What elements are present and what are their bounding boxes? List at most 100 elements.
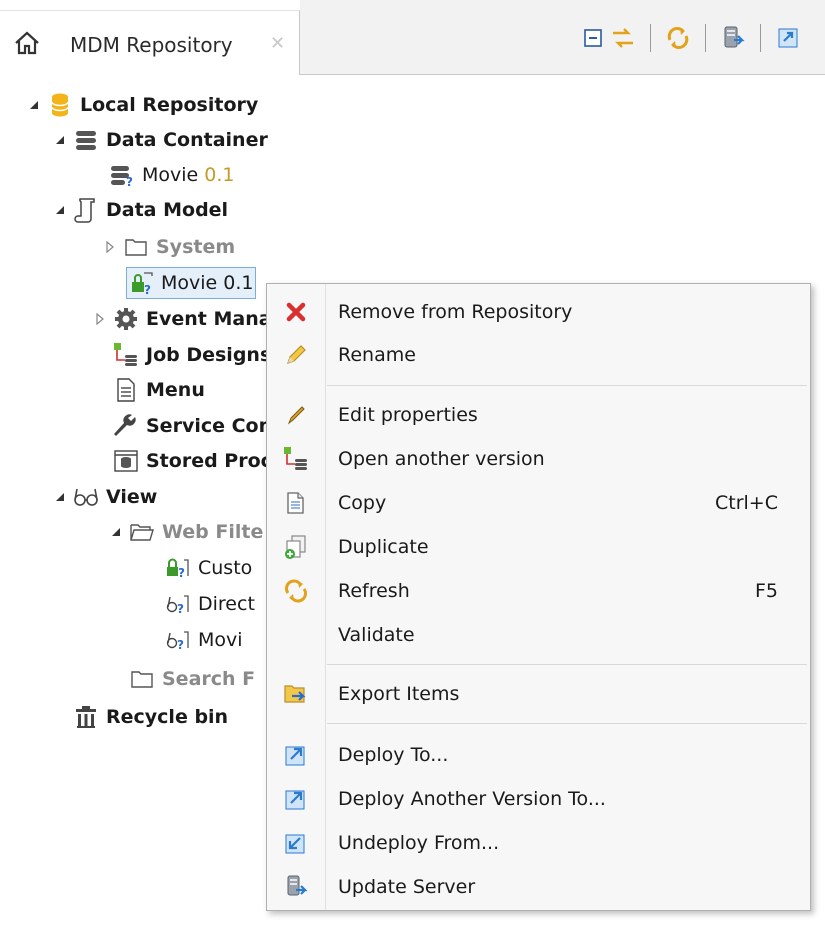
tree-item-data-model[interactable]: Data Model	[48, 193, 228, 227]
view-icon: ?	[164, 590, 192, 618]
tree-item-label: Web Filte	[162, 521, 264, 543]
expanded-arrow-icon[interactable]	[104, 527, 128, 537]
expanded-arrow-icon[interactable]	[48, 135, 72, 145]
tree-item-label: Data Container	[106, 129, 268, 151]
pencil-icon	[267, 335, 325, 375]
tree-item-view-customer[interactable]: ? Custo	[164, 551, 252, 585]
selection-highlight[interactable]: ? Movie 0.1	[126, 267, 257, 299]
update-server-icon	[267, 867, 325, 907]
tree-item-label: Movie	[142, 164, 199, 186]
locked-model-icon: ?	[129, 269, 157, 297]
tree-item-search-filters[interactable]: Search F	[128, 662, 255, 696]
folder-icon	[122, 233, 150, 261]
refresh-icon[interactable]	[663, 23, 693, 53]
stored-procedure-icon	[112, 447, 140, 475]
view-icon: ?	[164, 626, 192, 654]
menu-item-remove-from-repository[interactable]: Remove from Repository	[267, 292, 810, 332]
undeploy-icon	[267, 823, 325, 863]
svg-text:?: ?	[177, 602, 184, 616]
tree-item-view-movie[interactable]: ? Movi	[164, 623, 243, 657]
tree-item-view-director[interactable]: ? Direct	[164, 587, 255, 621]
tree-item-event-manager[interactable]: Event Mana	[88, 302, 272, 336]
tree-item-label: View	[106, 486, 158, 508]
database-icon	[46, 91, 74, 119]
duplicate-icon	[267, 527, 325, 567]
menu-item-update-server[interactable]: Update Server	[267, 867, 810, 907]
tree-item-label: System	[156, 236, 236, 258]
context-menu: Remove from Repository Rename Edit prope…	[266, 283, 811, 911]
shortcut-label: Ctrl+C	[715, 492, 778, 514]
menu-item-deploy-to[interactable]: Deploy To...	[267, 735, 810, 775]
export-folder-icon	[267, 674, 325, 714]
copy-icon	[267, 483, 325, 523]
tree-item-label: Recycle bin	[106, 706, 229, 728]
expanded-arrow-icon[interactable]	[48, 492, 72, 502]
menu-item-validate[interactable]: Validate	[267, 615, 810, 655]
job-designs-icon	[112, 341, 140, 369]
tree-item-label: Event Mana	[146, 308, 272, 330]
job-version-icon	[267, 439, 325, 479]
deploy-icon	[267, 779, 325, 819]
svg-text:?: ?	[126, 175, 133, 187]
tree-item-data-model-movie[interactable]: ? Movie 0.1	[126, 266, 257, 300]
tree-item-service-configuration[interactable]: Service Con	[88, 409, 272, 443]
tree-item-web-filters[interactable]: Web Filte	[104, 515, 263, 549]
edit-properties-icon	[267, 395, 325, 435]
gear-icon	[112, 305, 140, 333]
tab-mdm-repository[interactable]: MDM Repository ✕	[0, 10, 300, 75]
tree-item-recycle-bin[interactable]: Recycle bin	[48, 700, 228, 734]
tab-close-icon[interactable]: ✕	[270, 33, 285, 54]
tree-item-label: Menu	[146, 379, 205, 401]
svg-text:?: ?	[144, 283, 151, 296]
deploy-icon[interactable]	[773, 23, 803, 53]
tree-item-label: Local Repository	[80, 94, 259, 116]
collapsed-arrow-icon[interactable]	[88, 313, 112, 325]
tree-item-label: Movie	[161, 272, 218, 294]
menu-icon	[112, 376, 140, 404]
expanded-arrow-icon[interactable]	[22, 100, 46, 110]
locked-view-icon: ?	[164, 554, 192, 582]
import-server-icon[interactable]	[718, 23, 748, 53]
menu-item-rename[interactable]: Rename	[267, 335, 810, 375]
collapse-all-icon[interactable]	[578, 23, 608, 53]
data-model-icon	[72, 196, 100, 224]
menu-item-deploy-another-version[interactable]: Deploy Another Version To...	[267, 779, 810, 819]
version-label: 0.1	[204, 164, 235, 186]
tree-item-local-repository[interactable]: Local Repository	[22, 88, 258, 122]
red-x-icon	[267, 292, 325, 332]
svg-text:?: ?	[178, 566, 185, 580]
tree-item-label: Job Designs	[146, 344, 272, 366]
tree-item-label: Search F	[162, 668, 256, 690]
tree-item-job-designs[interactable]: Job Designs	[88, 338, 271, 372]
data-container-item-icon: ?	[108, 161, 136, 189]
version-label: 0.1	[223, 272, 254, 294]
expanded-arrow-icon[interactable]	[48, 205, 72, 215]
tree-item-stored-procedures[interactable]: Stored Proc	[88, 444, 272, 478]
menu-item-edit-properties[interactable]: Edit properties	[267, 395, 810, 435]
glasses-icon	[72, 483, 100, 511]
tree-item-data-container-movie[interactable]: ? Movie 0.1	[108, 158, 234, 192]
tree-item-label: Direct	[198, 593, 255, 615]
trash-icon	[72, 703, 100, 731]
tree-item-data-container[interactable]: Data Container	[48, 123, 268, 157]
menu-item-copy[interactable]: Copy Ctrl+C	[267, 483, 810, 523]
menu-item-export-items[interactable]: Export Items	[267, 674, 810, 714]
menu-item-undeploy-from[interactable]: Undeploy From...	[267, 823, 810, 863]
tree-item-menu[interactable]: Menu	[88, 373, 205, 407]
collapsed-arrow-icon[interactable]	[98, 241, 122, 253]
wrench-icon	[112, 412, 140, 440]
tree-item-label: Stored Proc	[146, 450, 272, 472]
menu-item-open-another-version[interactable]: Open another version	[267, 439, 810, 479]
tree-item-label: Movi	[198, 629, 243, 651]
tree-item-label: Custo	[198, 557, 253, 579]
view-toolbar	[578, 22, 803, 54]
refresh-icon	[267, 571, 325, 611]
tree-item-system[interactable]: System	[98, 230, 235, 264]
tree-item-view[interactable]: View	[48, 480, 157, 514]
view-tab-bar: MDM Repository ✕	[0, 0, 825, 75]
menu-item-refresh[interactable]: Refresh F5	[267, 571, 810, 611]
tree-item-label: Service Con	[146, 415, 273, 437]
menu-item-duplicate[interactable]: Duplicate	[267, 527, 810, 567]
link-with-editor-icon[interactable]	[608, 23, 638, 53]
deploy-icon	[267, 735, 325, 775]
